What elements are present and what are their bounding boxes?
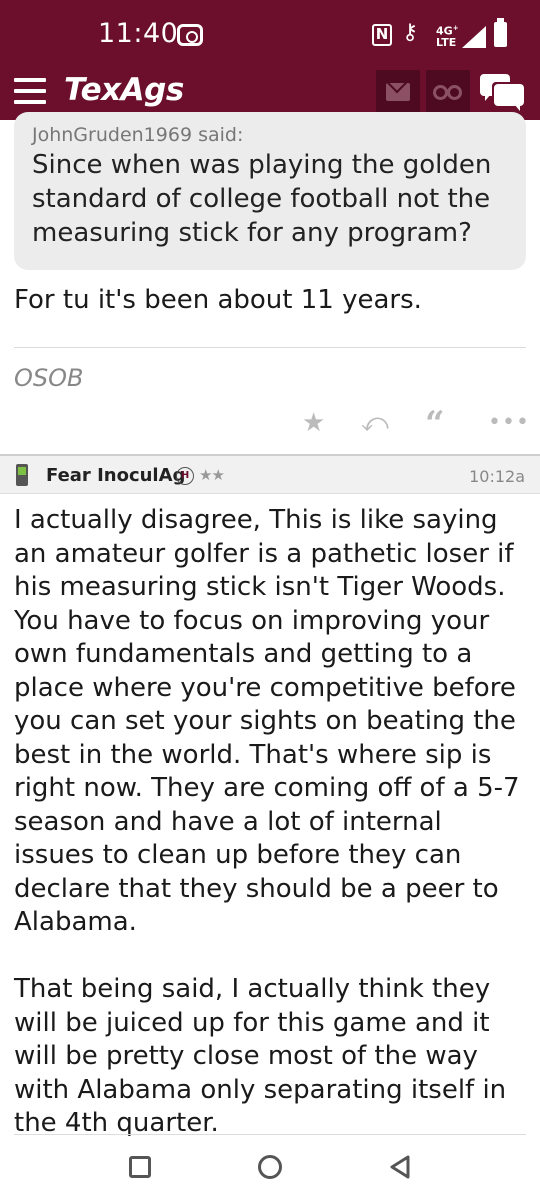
user-badge: H (176, 467, 194, 485)
post-header: Fear InoculAg H ★★ 10:12a (0, 454, 540, 494)
signal-icon (462, 26, 486, 48)
post-paragraph: That being said, I actually think they w… (14, 974, 507, 1138)
reply-icon[interactable]: ⤺ (361, 408, 389, 440)
screen-record-icon (177, 24, 203, 46)
mail-icon (386, 83, 410, 101)
post-divider (14, 1134, 526, 1135)
messages-button[interactable] (376, 70, 420, 114)
menu-icon[interactable] (14, 78, 46, 106)
quote-block: JohnGruden1969 said: Since when was play… (14, 112, 526, 270)
watch-button[interactable] (426, 70, 470, 114)
signature-divider (14, 347, 526, 348)
key-icon: ⚷ (402, 20, 419, 45)
nfc-icon: N (372, 24, 392, 46)
recents-icon[interactable] (129, 1156, 151, 1178)
post-author[interactable]: Fear InoculAg (46, 465, 185, 486)
chat-icon[interactable] (480, 74, 526, 112)
network-type-label: 4G+ LTE (436, 24, 459, 49)
post-signature: OSOB (14, 364, 84, 392)
system-nav-bar (0, 1136, 540, 1200)
post-paragraph: I actually disagree, This is like saying… (14, 505, 520, 937)
home-icon[interactable] (258, 1155, 282, 1179)
status-bar: 11:40 N ⚷ 4G+ LTE (0, 0, 540, 66)
more-icon[interactable]: ••• (488, 410, 530, 442)
star-icon[interactable]: ★ (302, 408, 325, 440)
battery-icon (494, 18, 507, 47)
post-reply-text: For tu it's been about 11 years. (14, 285, 422, 315)
post-time: 10:12a (469, 467, 525, 486)
binoculars-icon (433, 85, 463, 101)
user-rank-stars: ★★ (199, 466, 225, 484)
quote-attribution: JohnGruden1969 said: (32, 124, 244, 146)
status-time: 11:40 (98, 18, 179, 49)
mobile-phone-icon (16, 464, 28, 486)
site-logo[interactable]: TexAgs (64, 72, 184, 108)
post-body: I actually disagree, This is like saying… (14, 504, 530, 1141)
quote-icon[interactable]: “ (425, 404, 445, 444)
back-icon[interactable] (388, 1154, 412, 1180)
quote-text: Since when was playing the golden standa… (32, 150, 492, 248)
